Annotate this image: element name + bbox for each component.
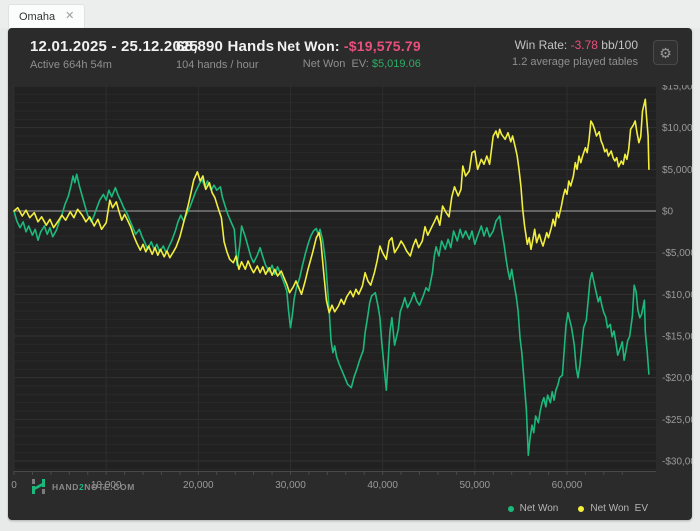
svg-text:40,000: 40,000	[367, 480, 398, 491]
net-won-ev-dot-icon	[578, 505, 585, 512]
svg-text:$0: $0	[662, 207, 674, 218]
hands-per-hour: 104 hands / hour	[176, 59, 259, 71]
app-window: Omaha ✕ 12.01.2025 - 25.12.2025 Active 6…	[0, 0, 700, 531]
svg-text:50,000: 50,000	[460, 480, 491, 491]
svg-text:60,000: 60,000	[552, 480, 583, 491]
svg-text:0: 0	[11, 480, 17, 491]
svg-text:20,000: 20,000	[183, 480, 214, 491]
tab-bar: Omaha ✕	[0, 0, 700, 28]
watermark-text: HAND2NOTE.COM	[52, 481, 135, 492]
gear-icon: ⚙	[659, 44, 672, 61]
legend-item-net-won[interactable]: Net Won	[507, 503, 559, 514]
close-icon[interactable]: ✕	[65, 11, 74, 22]
stats-header: 12.01.2025 - 25.12.2025 Active 664h 54m …	[8, 28, 692, 80]
results-chart: $15,000 $10,000 $5,000 $0 -$5,000 -$10,000 -$1…	[11, 85, 692, 491]
chart-legend: Net Won Net Won EV	[507, 503, 648, 514]
win-rate-block: Win Rate: -3.78 bb/100 1.2 average playe…	[512, 38, 638, 68]
svg-text:$5,000: $5,000	[662, 165, 692, 176]
svg-text:$15,000: $15,000	[662, 85, 692, 93]
tab-omaha[interactable]: Omaha ✕	[8, 4, 86, 28]
svg-text:-$5,000: -$5,000	[662, 248, 692, 259]
win-rate-label: Win Rate:	[514, 38, 571, 52]
hands-count: 68,890 Hands	[176, 38, 275, 55]
net-won-dot-icon	[507, 505, 514, 512]
results-panel: 12.01.2025 - 25.12.2025 Active 664h 54m …	[8, 28, 692, 520]
date-range-block: 12.01.2025 - 25.12.2025 Active 664h 54m	[30, 38, 198, 71]
net-won-block: Net Won: -$19,575.79 Net Won EV: $5,019.…	[277, 38, 421, 70]
net-won-value: -$19,575.79	[343, 38, 421, 54]
net-won-ev-value: $5,019.06	[371, 58, 421, 70]
net-won-ev-label: Net Won EV:	[302, 58, 372, 70]
date-range: 12.01.2025 - 25.12.2025	[30, 38, 199, 55]
legend-label-net-won-ev: Net Won EV	[590, 503, 648, 514]
svg-text:-$15,000: -$15,000	[662, 332, 692, 343]
net-won-label: Net Won:	[277, 38, 344, 54]
tab-label: Omaha	[19, 10, 56, 23]
svg-text:-$30,000: -$30,000	[662, 457, 692, 468]
svg-text:-$10,000: -$10,000	[662, 290, 692, 301]
svg-text:30,000: 30,000	[275, 480, 306, 491]
svg-text:-$20,000: -$20,000	[662, 373, 692, 384]
hand2note-logo-icon	[32, 479, 45, 494]
svg-text:-$25,000: -$25,000	[662, 415, 692, 426]
active-time: Active 664h 54m	[30, 59, 112, 71]
avg-tables: 1.2 average played tables	[512, 56, 638, 68]
legend-item-net-won-ev[interactable]: Net Won EV	[578, 503, 648, 514]
win-rate-unit: bb/100	[597, 38, 638, 52]
settings-button[interactable]: ⚙	[653, 40, 678, 65]
win-rate-value: -3.78	[570, 38, 598, 52]
hands-block: 68,890 Hands 104 hands / hour	[176, 38, 274, 71]
svg-text:$10,000: $10,000	[662, 123, 692, 134]
watermark: HAND2NOTE.COM	[30, 478, 135, 495]
legend-label-net-won: Net Won	[519, 503, 559, 514]
